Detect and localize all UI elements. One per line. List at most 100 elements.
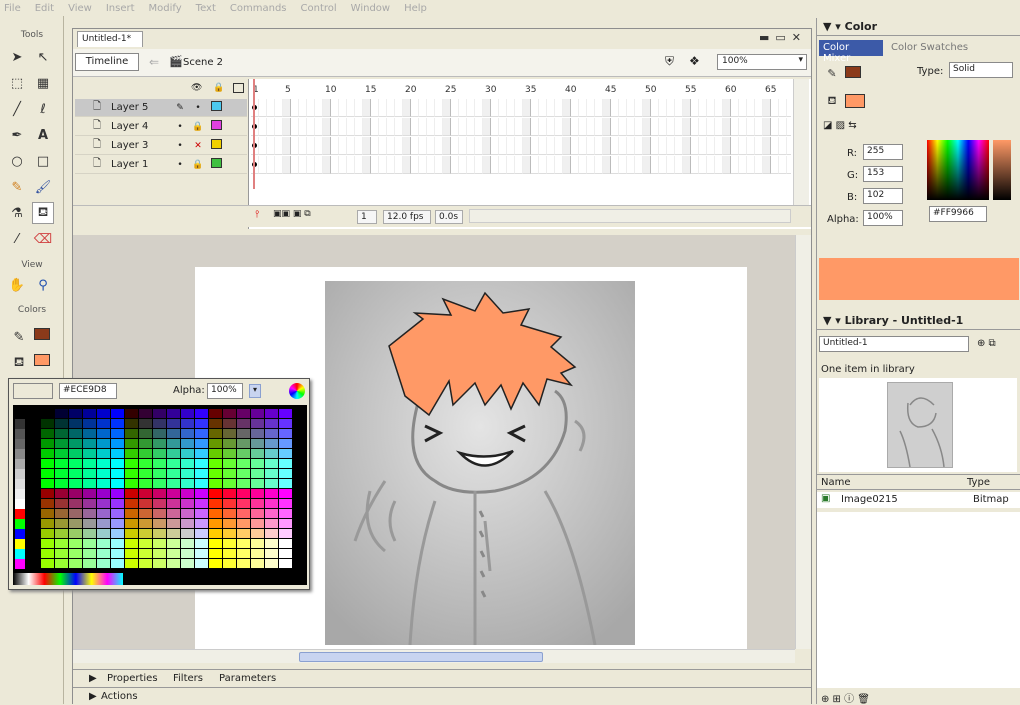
g-field[interactable]: 153 xyxy=(863,166,903,182)
swatch-cell[interactable] xyxy=(69,529,82,538)
swatch-cell[interactable] xyxy=(83,489,96,498)
swatch-cell[interactable] xyxy=(153,479,166,488)
swatch-cell[interactable] xyxy=(181,439,194,448)
swatch-cell[interactable] xyxy=(181,449,194,458)
swatch-cell[interactable] xyxy=(153,449,166,458)
swatch-cell[interactable] xyxy=(167,409,180,418)
frame-cell[interactable] xyxy=(507,137,515,155)
timeline-hscroll[interactable] xyxy=(469,209,791,223)
layer-lock-icon[interactable]: 🔒 xyxy=(189,122,207,132)
frame-cell[interactable] xyxy=(419,118,427,136)
swatch-cell[interactable] xyxy=(41,539,54,548)
swatch-cell[interactable] xyxy=(139,499,152,508)
frame-cell[interactable] xyxy=(771,99,779,117)
swatch-cell[interactable] xyxy=(55,539,68,548)
swatch-cell[interactable] xyxy=(237,459,250,468)
frame-cell[interactable] xyxy=(563,118,571,136)
swatch-cell[interactable] xyxy=(223,409,236,418)
frame-cell[interactable] xyxy=(683,137,691,155)
swatch-cell[interactable] xyxy=(195,539,208,548)
frame-cell[interactable] xyxy=(427,137,435,155)
swatch-cell[interactable] xyxy=(195,459,208,468)
frame-cell[interactable] xyxy=(731,118,739,136)
center-frame-icon[interactable]: ⫯ xyxy=(255,209,259,220)
swatch-cell[interactable] xyxy=(209,529,222,538)
library-item[interactable]: ▣ Image0215 Bitmap xyxy=(817,492,1020,508)
timeline-vscroll[interactable] xyxy=(793,79,809,209)
frame-cell[interactable] xyxy=(579,156,587,174)
actions-label[interactable]: Actions xyxy=(101,691,138,702)
frame-cell[interactable] xyxy=(475,156,483,174)
expand-arrow-icon[interactable]: ▶ xyxy=(89,673,97,684)
swatch-cell[interactable] xyxy=(111,409,124,418)
hscroll-thumb[interactable] xyxy=(299,652,543,662)
swatch-cell[interactable] xyxy=(265,499,278,508)
fill-color-swatch[interactable] xyxy=(34,354,50,366)
swatch-cell[interactable] xyxy=(55,409,68,418)
swatch-cell[interactable] xyxy=(265,459,278,468)
layer-lock-icon[interactable]: ✕ xyxy=(189,141,207,151)
tab-color-mixer[interactable]: Color Mixer xyxy=(819,40,883,64)
frame-cell[interactable] xyxy=(307,118,315,136)
frame-cell[interactable] xyxy=(571,156,579,174)
frame-cell[interactable] xyxy=(339,137,347,155)
layer-row[interactable]: 🗋 Layer 1 • 🔒 xyxy=(75,156,247,174)
swatch-cell[interactable] xyxy=(223,539,236,548)
menu-control[interactable]: Control xyxy=(301,3,337,14)
frame-cell[interactable] xyxy=(355,156,363,174)
oval-tool-icon[interactable]: ○ xyxy=(6,150,28,172)
frame-cell[interactable] xyxy=(483,137,491,155)
frame-cell[interactable] xyxy=(571,99,579,117)
swatch-cell[interactable] xyxy=(181,539,194,548)
frame-cell[interactable] xyxy=(419,156,427,174)
swatch-cell[interactable] xyxy=(279,499,292,508)
frame-cell[interactable] xyxy=(427,118,435,136)
swatch-cell[interactable] xyxy=(15,519,25,529)
eyedropper-icon[interactable]: ⁄ xyxy=(6,228,28,250)
swatch-cell[interactable] xyxy=(251,549,264,558)
swatch-cell[interactable] xyxy=(83,469,96,478)
frame-cell[interactable] xyxy=(715,156,723,174)
frame-cell[interactable] xyxy=(635,99,643,117)
frame-cell[interactable] xyxy=(459,137,467,155)
swatch-cell[interactable] xyxy=(83,419,96,428)
gradient-ramp[interactable] xyxy=(13,573,123,585)
frame-cell[interactable] xyxy=(379,156,387,174)
swatch-cell[interactable] xyxy=(139,519,152,528)
swatch-cell[interactable] xyxy=(167,479,180,488)
swatch-cell[interactable] xyxy=(265,519,278,528)
frame-cell[interactable] xyxy=(395,99,403,117)
swatch-cell[interactable] xyxy=(237,519,250,528)
frame-cell[interactable] xyxy=(531,137,539,155)
frame-cell[interactable] xyxy=(779,118,787,136)
frame-cell[interactable] xyxy=(403,118,411,136)
frame-cell[interactable] xyxy=(275,118,283,136)
frame-cell[interactable] xyxy=(331,99,339,117)
frame-cell[interactable] xyxy=(275,137,283,155)
swatch-cell[interactable] xyxy=(97,459,110,468)
frame-cell[interactable] xyxy=(259,156,267,174)
layer-visibility-icon[interactable]: • xyxy=(171,160,189,170)
frame-cell[interactable] xyxy=(467,137,475,155)
frame-cell[interactable] xyxy=(691,137,699,155)
frame-cell[interactable] xyxy=(339,156,347,174)
swatch-cell[interactable] xyxy=(111,449,124,458)
frame-cell[interactable] xyxy=(307,99,315,117)
line-tool-icon[interactable]: ╱ xyxy=(6,98,28,120)
frame-cell[interactable] xyxy=(267,118,275,136)
swatch-cell[interactable] xyxy=(223,449,236,458)
frame-cell[interactable] xyxy=(291,156,299,174)
swatch-cell[interactable] xyxy=(41,419,54,428)
swatch-cell[interactable] xyxy=(83,559,96,568)
frame-cell[interactable] xyxy=(627,156,635,174)
swatch-cell[interactable] xyxy=(139,509,152,518)
frame-cell[interactable] xyxy=(371,118,379,136)
swatch-cell[interactable] xyxy=(265,479,278,488)
frame-cell[interactable] xyxy=(739,118,747,136)
swatch-cell[interactable] xyxy=(209,449,222,458)
swatch-cell[interactable] xyxy=(97,529,110,538)
frame-cell[interactable] xyxy=(747,156,755,174)
swatch-cell[interactable] xyxy=(139,539,152,548)
swatch-cell[interactable] xyxy=(181,459,194,468)
swatch-cell[interactable] xyxy=(265,489,278,498)
